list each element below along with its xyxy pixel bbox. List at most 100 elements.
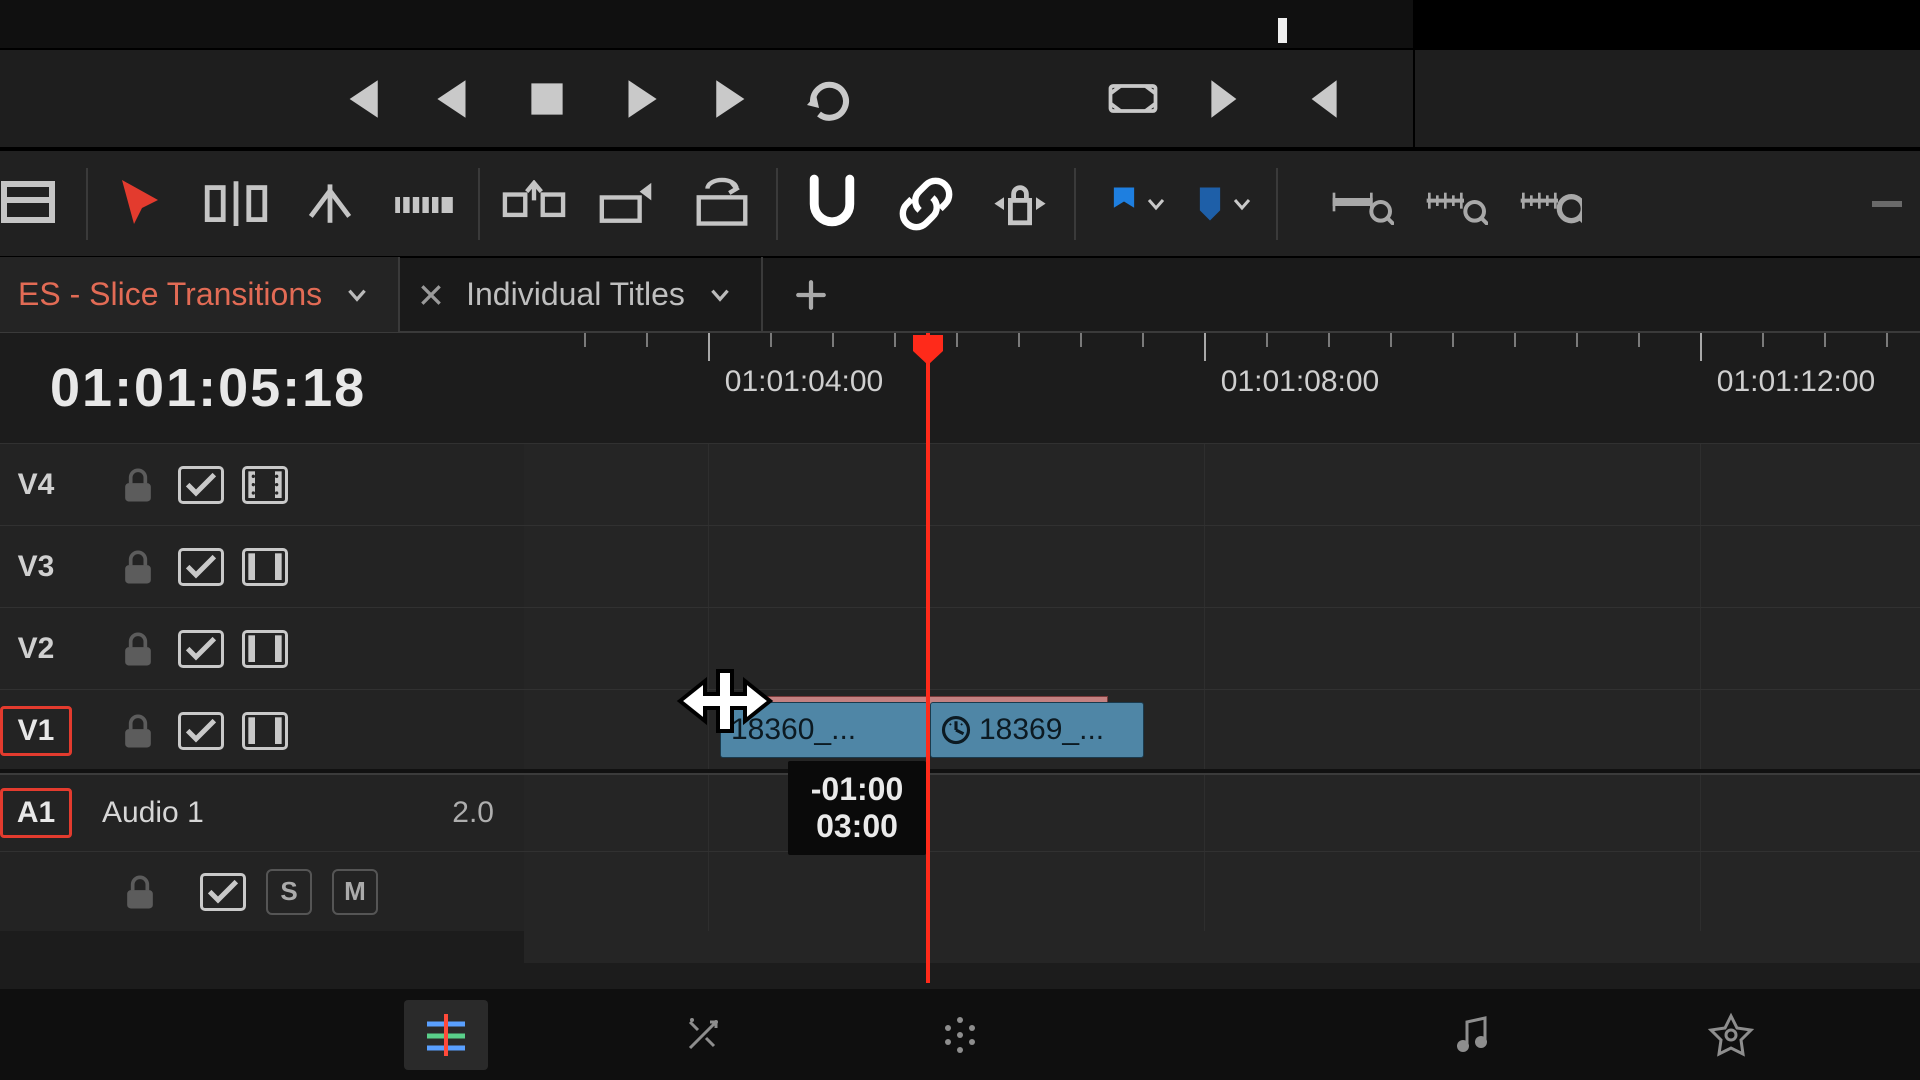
play-button[interactable]	[616, 74, 666, 124]
flag-icon	[1108, 185, 1140, 223]
custom-zoom-icon[interactable]	[1518, 180, 1582, 228]
mini-scroll-handle[interactable]	[1278, 18, 1287, 43]
loop-button[interactable]	[804, 74, 858, 124]
match-frame-button[interactable]	[1108, 74, 1158, 124]
insert-clip-icon[interactable]	[502, 172, 566, 236]
prev-marker-button[interactable]	[1296, 74, 1346, 124]
color-page-icon[interactable]	[1175, 1000, 1259, 1070]
timeline-tabs: ES - Slice Transitions Individual Titles	[0, 258, 1920, 333]
trim-cursor-icon	[670, 646, 780, 756]
viewer-mini-scroll[interactable]	[0, 0, 1413, 50]
blade-tool-icon[interactable]	[392, 172, 456, 236]
clip[interactable]: 18369_...	[930, 702, 1144, 758]
replace-clip-icon[interactable]	[690, 172, 754, 236]
track-visible-icon[interactable]	[242, 712, 288, 750]
lock-icon[interactable]	[116, 463, 160, 507]
track-headers: V4 V3 V2 V1 A1 Audio 1 2.0 S M	[0, 443, 524, 931]
play-reverse-button[interactable]	[428, 74, 478, 124]
track-visible-icon[interactable]	[242, 548, 288, 586]
timeline-ruler[interactable]: 01:01:04:00 01:01:08:00 01:01:12:00	[524, 333, 1920, 443]
track-header-v2[interactable]: V2	[0, 607, 524, 689]
deliver-page-icon[interactable]	[1689, 1000, 1773, 1070]
lock-icon[interactable]	[118, 870, 162, 914]
track-visible-icon[interactable]	[242, 630, 288, 668]
auto-select-icon[interactable]	[178, 548, 224, 586]
track-id: V2	[0, 624, 72, 674]
audio-track-name: Audio 1	[102, 796, 204, 830]
ruler-label: 01:01:08:00	[1221, 365, 1379, 399]
jump-first-button[interactable]	[334, 74, 384, 124]
track-id: V4	[0, 460, 72, 510]
auto-select-icon[interactable]	[178, 466, 224, 504]
retime-icon	[941, 715, 971, 745]
ruler-label: 01:01:04:00	[725, 365, 883, 399]
solo-button[interactable]: S	[266, 869, 312, 915]
linked-selection-icon[interactable]	[894, 172, 958, 236]
lock-icon[interactable]	[116, 709, 160, 753]
timecode-value: 01:01:05:18	[50, 357, 366, 419]
add-timeline-button[interactable]	[781, 265, 841, 325]
lock-icon[interactable]	[116, 627, 160, 671]
detail-zoom-icon[interactable]	[1424, 180, 1488, 228]
mute-button[interactable]: M	[332, 869, 378, 915]
auto-select-icon[interactable]	[178, 712, 224, 750]
jump-last-button[interactable]	[710, 74, 760, 124]
cut-page-icon[interactable]	[404, 1000, 488, 1070]
tab-label: Individual Titles	[466, 276, 685, 313]
tab-label: ES - Slice Transitions	[18, 276, 322, 313]
dynamic-trim-tool-icon[interactable]	[298, 172, 362, 236]
playhead[interactable]	[926, 333, 930, 983]
timecode-display[interactable]: 01:01:05:18	[0, 333, 524, 443]
track-id: V3	[0, 542, 72, 592]
lane-a1-sub[interactable]	[524, 851, 1920, 931]
lock-icon[interactable]	[116, 545, 160, 589]
trim-tooltip: -01:00 03:00	[788, 761, 926, 855]
position-lock-icon[interactable]	[988, 172, 1052, 236]
page-nav	[0, 989, 1920, 1080]
trim-offset: -01:00	[802, 771, 912, 808]
chevron-down-icon	[1230, 192, 1254, 216]
track-id: V1	[0, 706, 72, 756]
lane-v3[interactable]	[524, 525, 1920, 607]
chevron-down-icon[interactable]	[707, 282, 733, 308]
ruler-label: 01:01:12:00	[1717, 365, 1875, 399]
audio-channel-format: 2.0	[452, 796, 494, 830]
timeline-view-options-icon[interactable]	[0, 172, 64, 236]
auto-select-icon[interactable]	[178, 630, 224, 668]
trim-duration: 03:00	[802, 808, 912, 845]
full-extent-zoom-icon[interactable]	[1330, 180, 1394, 228]
timeline-tab-active[interactable]: ES - Slice Transitions	[0, 257, 400, 332]
close-icon[interactable]	[418, 282, 444, 308]
next-marker-button[interactable]	[1202, 74, 1252, 124]
media-page-icon[interactable]	[147, 1000, 231, 1070]
flag-marker-button[interactable]	[1108, 185, 1168, 223]
fusion-page-icon[interactable]	[918, 1000, 1002, 1070]
audio-track-controls: S M	[0, 851, 524, 931]
timeline-tab[interactable]: Individual Titles	[400, 257, 763, 332]
clip-name: 18369_...	[979, 713, 1104, 747]
playhead-handle-icon[interactable]	[911, 333, 945, 367]
auto-select-icon[interactable]	[200, 873, 246, 911]
transport-bar	[0, 50, 1920, 149]
lane-v4[interactable]	[524, 443, 1920, 525]
track-id: A1	[0, 788, 72, 838]
stop-button[interactable]	[522, 74, 572, 124]
overwrite-clip-icon[interactable]	[596, 172, 660, 236]
fairlight-page-icon[interactable]	[1432, 1000, 1516, 1070]
selection-tool-icon[interactable]	[110, 172, 174, 236]
track-header-v1[interactable]: V1	[0, 689, 524, 771]
edit-toolbar	[0, 151, 1920, 258]
track-header-v4[interactable]: V4	[0, 443, 524, 525]
marker-icon	[1194, 185, 1226, 223]
zoom-out-minus-icon[interactable]	[1872, 201, 1902, 207]
snapping-icon[interactable]	[800, 172, 864, 236]
track-visible-icon[interactable]	[242, 466, 288, 504]
track-header-v3[interactable]: V3	[0, 525, 524, 607]
edit-page-icon[interactable]	[661, 1000, 745, 1070]
trim-tool-icon[interactable]	[204, 172, 268, 236]
chevron-down-icon[interactable]	[344, 282, 370, 308]
lane-a1[interactable]	[524, 771, 1920, 851]
clip-marker-button[interactable]	[1194, 185, 1254, 223]
track-header-a1[interactable]: A1 Audio 1 2.0	[0, 771, 524, 851]
chevron-down-icon	[1144, 192, 1168, 216]
